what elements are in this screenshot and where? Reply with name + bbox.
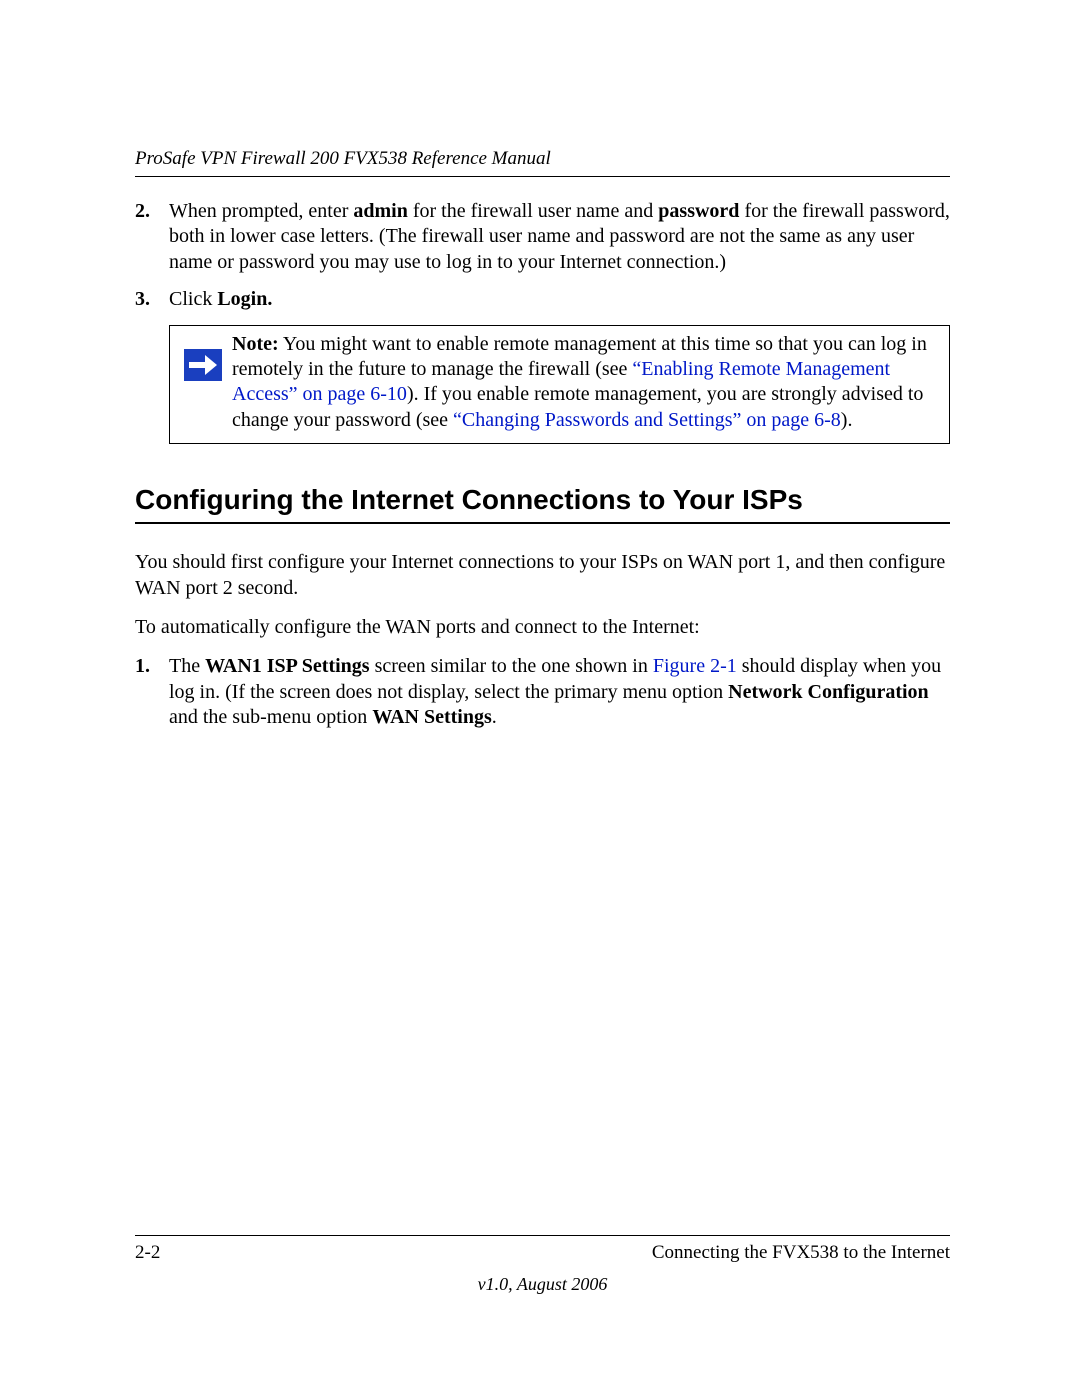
arrow-right-icon [180, 332, 230, 434]
step-body: Click Login. [169, 287, 950, 312]
note-box: Note: You might want to enable remote ma… [169, 325, 950, 445]
section-heading: Configuring the Internet Connections to … [135, 484, 950, 516]
chapter-title: Connecting the FVX538 to the Internet [652, 1242, 950, 1264]
bold-text: WAN Settings [372, 706, 491, 728]
bold-text: admin [353, 200, 407, 222]
version-text: v1.0, August 2006 [135, 1274, 950, 1295]
text: The [169, 655, 205, 677]
step-number: 3. [135, 287, 169, 312]
footer-rule [135, 1235, 950, 1236]
header-rule [135, 176, 950, 177]
section-rule [135, 522, 950, 524]
step-number: 2. [135, 199, 169, 275]
document-page: ProSafe VPN Firewall 200 FVX538 Referenc… [0, 0, 1080, 1397]
running-header: ProSafe VPN Firewall 200 FVX538 Referenc… [135, 148, 950, 170]
bold-text: password [658, 200, 739, 222]
text: screen similar to the one shown in [370, 655, 653, 677]
section-step-1: 1. The WAN1 ISP Settings screen similar … [135, 654, 950, 730]
text: When prompted, enter [169, 200, 353, 222]
step-body: The WAN1 ISP Settings screen similar to … [169, 654, 950, 730]
step-2: 2. When prompted, enter admin for the fi… [135, 199, 950, 275]
step-number: 1. [135, 654, 169, 730]
text: for the firewall user name and [408, 200, 658, 222]
link-changing-passwords[interactable]: “Changing Passwords and Settings” on pag… [453, 409, 841, 431]
step-body: When prompted, enter admin for the firew… [169, 199, 950, 275]
link-figure-2-1[interactable]: Figure 2-1 [653, 655, 737, 677]
bold-text: WAN1 ISP Settings [205, 655, 369, 677]
text: Click [169, 288, 217, 310]
bold-text: Network Configuration [728, 681, 929, 703]
step-3: 3. Click Login. [135, 287, 950, 312]
footer-line: 2-2 Connecting the FVX538 to the Interne… [135, 1242, 950, 1264]
bold-text: Login. [217, 288, 272, 310]
page-footer: 2-2 Connecting the FVX538 to the Interne… [135, 1235, 950, 1295]
text: ). [841, 409, 853, 431]
paragraph: To automatically configure the WAN ports… [135, 615, 950, 640]
text: and the sub-menu option [169, 706, 372, 728]
note-text: Note: You might want to enable remote ma… [230, 332, 939, 434]
paragraph: You should first configure your Internet… [135, 550, 950, 601]
text: . [492, 706, 497, 728]
note-label: Note: [232, 333, 279, 355]
page-number: 2-2 [135, 1242, 160, 1264]
